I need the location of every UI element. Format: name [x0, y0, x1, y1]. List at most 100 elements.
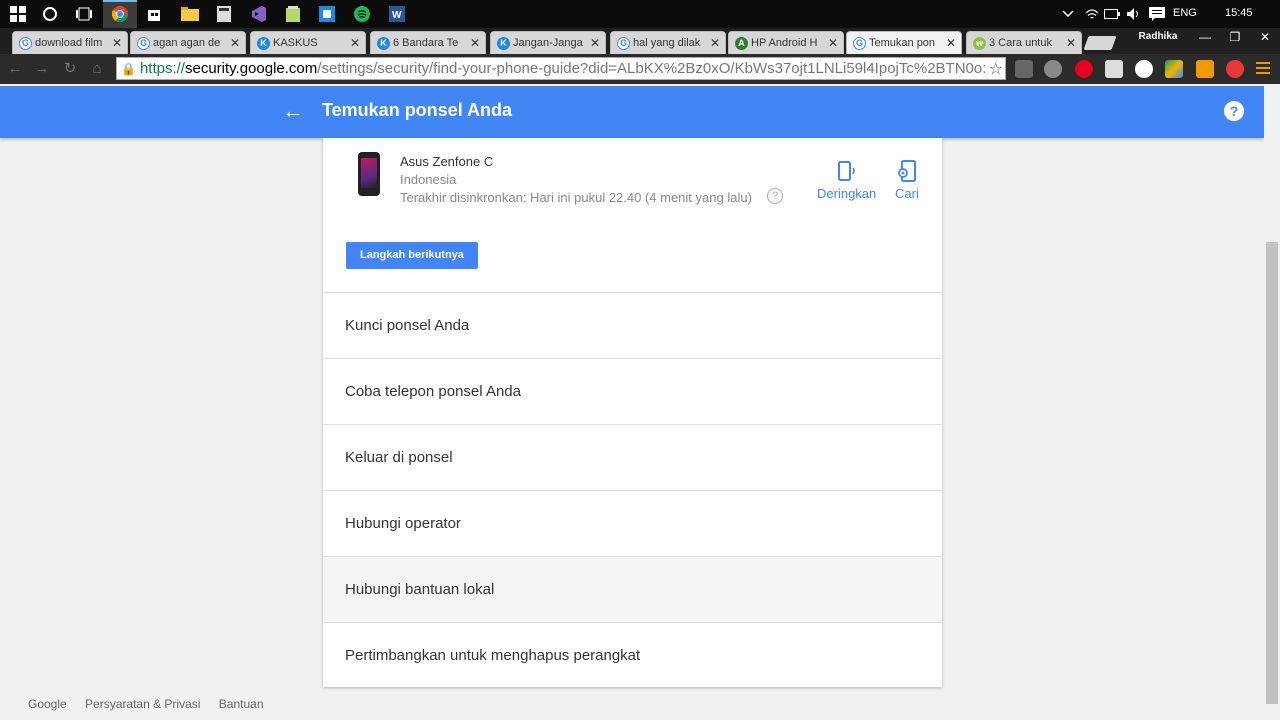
- extension-icon[interactable]: [1196, 60, 1214, 78]
- language-indicator[interactable]: ENG: [1173, 7, 1197, 19]
- kaskus-icon: K: [257, 36, 270, 50]
- google-drive-icon[interactable]: [1165, 60, 1183, 78]
- battery-icon[interactable]: [1102, 4, 1122, 24]
- help-icon[interactable]: ?: [1224, 101, 1244, 121]
- footer-privacy-link[interactable]: Persyaratan & Privasi: [85, 697, 200, 711]
- tab-label: 3 Cara untuk: [989, 37, 1052, 49]
- windows-start-icon[interactable]: [8, 4, 28, 24]
- volume-icon[interactable]: [1124, 4, 1144, 24]
- browser-toolbar: ← → ↻ ⌂ 🔒 https://security.google.com/se…: [0, 54, 1280, 84]
- pinterest-icon[interactable]: [1075, 60, 1093, 78]
- lock-icon: 🔒: [121, 61, 136, 76]
- footer-google-link[interactable]: Google: [28, 697, 67, 711]
- action-center-icon[interactable]: [1147, 4, 1167, 24]
- google-icon: G: [137, 36, 150, 50]
- option-item[interactable]: Hubungi bantuan lokal: [323, 556, 942, 622]
- kaskus-icon: K: [377, 36, 390, 50]
- browser-tab[interactable]: Gagan agan de ✕: [130, 31, 246, 54]
- browser-tab[interactable]: A HP Android H ✕: [728, 31, 844, 54]
- spotify-taskbar-icon[interactable]: [352, 4, 372, 24]
- tab-label: hal yang dilak: [633, 37, 701, 49]
- tab-close-icon[interactable]: ✕: [1065, 36, 1077, 50]
- kaskus-icon: K: [497, 36, 510, 50]
- clock[interactable]: 15:45: [1225, 7, 1253, 19]
- visual-studio-taskbar-icon[interactable]: [248, 4, 268, 24]
- tab-close-icon[interactable]: ✕: [469, 36, 481, 50]
- device-card: Asus Zenfone C Indonesia Terakhir disink…: [323, 138, 942, 687]
- extension-icon[interactable]: [1044, 60, 1062, 78]
- chevron-up-icon[interactable]: [1058, 4, 1078, 24]
- browser-tab[interactable]: K KASKUS ✕: [250, 31, 366, 54]
- locate-label: Cari: [895, 186, 919, 201]
- notepad-taskbar-icon[interactable]: [283, 4, 303, 24]
- url-host: security.google.com: [184, 60, 318, 77]
- chrome-taskbar-icon[interactable]: [110, 4, 130, 24]
- extension-icon[interactable]: [1015, 60, 1033, 78]
- tab-close-icon[interactable]: ✕: [111, 36, 123, 50]
- reload-icon[interactable]: ↻: [61, 60, 79, 78]
- option-item[interactable]: Kunci ponsel Anda: [323, 292, 942, 358]
- cortana-search-icon[interactable]: [40, 4, 60, 24]
- app-taskbar-icon[interactable]: [317, 4, 337, 24]
- chrome-menu-icon[interactable]: [1256, 60, 1270, 78]
- next-step-button[interactable]: Langkah berikutnya: [346, 242, 478, 269]
- page-title: Temukan ponsel Anda: [322, 100, 513, 120]
- tab-close-icon[interactable]: ✕: [349, 36, 361, 50]
- option-item[interactable]: Hubungi operator: [323, 490, 942, 556]
- browser-tab[interactable]: K Jangan-Janga ✕: [490, 31, 606, 54]
- calculator-taskbar-icon[interactable]: [214, 4, 234, 24]
- restore-icon[interactable]: ❐: [1220, 28, 1250, 46]
- address-bar[interactable]: 🔒 https://security.google.com/settings/s…: [116, 57, 1006, 80]
- browser-tab[interactable]: w3 Cara untuk ✕: [966, 31, 1082, 54]
- windows-taskbar: W ENG 15:45: [0, 0, 1280, 28]
- home-icon[interactable]: ⌂: [88, 60, 106, 78]
- minimize-icon[interactable]: —: [1190, 28, 1220, 46]
- ring-label: Deringkan: [817, 186, 877, 201]
- scrollbar-thumb[interactable]: [1266, 242, 1278, 704]
- wikihow-icon: w: [973, 36, 986, 50]
- ring-button[interactable]: Deringkan: [817, 160, 876, 201]
- device-country: Indonesia: [400, 172, 457, 187]
- option-item[interactable]: Keluar di ponsel: [323, 424, 942, 490]
- url-path: /settings/security/find-your-phone-guide…: [317, 60, 987, 77]
- browser-tab[interactable]: Ghal yang dilak ✕: [610, 31, 726, 54]
- device-name: Asus Zenfone C: [400, 154, 494, 169]
- forward-icon[interactable]: →: [33, 60, 51, 78]
- store-taskbar-icon[interactable]: [144, 4, 164, 24]
- word-taskbar-icon[interactable]: W: [387, 4, 407, 24]
- file-explorer-taskbar-icon[interactable]: [180, 4, 200, 24]
- tab-close-icon[interactable]: ✕: [945, 36, 957, 50]
- url-scheme: https://: [139, 60, 185, 77]
- back-arrow-icon[interactable]: ←: [282, 100, 304, 122]
- wifi-icon[interactable]: [1082, 4, 1102, 24]
- tab-close-icon[interactable]: ✕: [589, 36, 601, 50]
- tab-close-icon[interactable]: ✕: [709, 36, 721, 50]
- browser-tab[interactable]: Gdownload film ✕: [12, 31, 128, 54]
- locate-phone-icon: [898, 160, 916, 182]
- tab-label: Jangan-Janga: [513, 37, 583, 49]
- tab-strip: Gdownload film ✕ Gagan agan de ✕ K KASKUS ✕ K 6 …: [0, 28, 1280, 54]
- option-item[interactable]: Pertimbangkan untuk menghapus perangkat: [323, 622, 942, 688]
- back-icon[interactable]: ←: [6, 60, 24, 78]
- android-icon: A: [735, 36, 748, 50]
- extension-icon[interactable]: [1226, 60, 1244, 78]
- new-tab-button[interactable]: [1083, 36, 1117, 50]
- locate-button[interactable]: Cari: [895, 160, 919, 201]
- option-item[interactable]: Coba telepon ponsel Anda: [323, 358, 942, 424]
- browser-tab[interactable]: G Temukan pon ✕: [846, 31, 962, 54]
- tab-close-icon[interactable]: ✕: [827, 36, 839, 50]
- bookmark-star-icon[interactable]: ☆: [988, 59, 1003, 79]
- profile-button[interactable]: Radhika: [1134, 30, 1182, 44]
- compass-extension-icon[interactable]: [1135, 60, 1153, 78]
- question-icon[interactable]: ?: [767, 188, 783, 204]
- tab-label: agan agan de: [153, 37, 221, 49]
- last-sync-text: Terakhir disinkronkan: Hari ini pukul 22…: [400, 190, 752, 205]
- browser-tab[interactable]: K6 Bandara Te ✕: [370, 31, 486, 54]
- footer-help-link[interactable]: Bantuan: [219, 697, 264, 711]
- download-extension-icon[interactable]: [1105, 60, 1123, 78]
- google-icon: G: [853, 36, 866, 50]
- task-view-icon[interactable]: [74, 4, 94, 24]
- tab-close-icon[interactable]: ✕: [229, 36, 241, 50]
- close-window-icon[interactable]: ✕: [1250, 28, 1280, 46]
- tab-label: Temukan pon: [869, 37, 936, 49]
